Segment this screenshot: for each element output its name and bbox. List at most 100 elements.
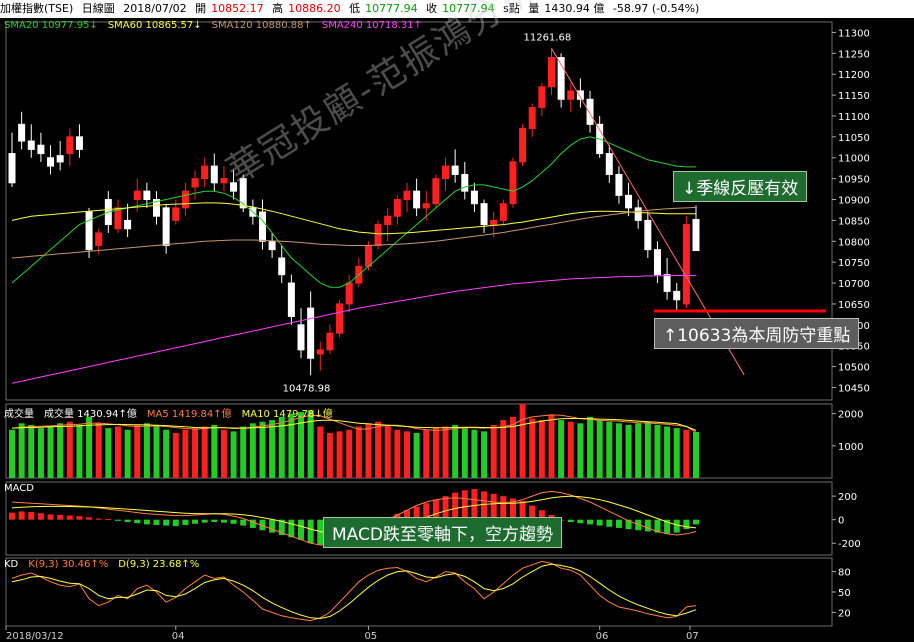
volume-bar (153, 426, 160, 478)
candle-body (345, 282, 353, 305)
macd-histogram-bar (37, 513, 44, 520)
volume-bar (625, 424, 632, 478)
volume-bar (413, 432, 420, 478)
candle-body (172, 207, 180, 221)
kd-legend-item: K(9,3) 30.46↑% (28, 559, 109, 570)
volume-bar (57, 423, 64, 478)
volume-legend-item: 成交量 (4, 409, 34, 420)
macd-legend-item: MACD (4, 483, 34, 494)
macd-histogram-bar (105, 519, 112, 521)
candle-body (682, 224, 690, 305)
macd-histogram-bar (587, 519, 594, 525)
price-tick-label: 10450 (838, 383, 870, 394)
macd-histogram-bar (298, 519, 305, 540)
macd-tick-label: 0 (838, 516, 844, 527)
price-tick-label: 10650 (838, 300, 870, 311)
candle-body (268, 240, 276, 251)
candle-body (451, 165, 459, 175)
macd-histogram-bar (86, 517, 93, 520)
candle-body (384, 215, 392, 226)
volume-bar (18, 423, 25, 478)
volume-bar (182, 429, 189, 478)
price-tick-label: 11150 (838, 91, 870, 102)
volume-bar (490, 424, 497, 478)
volume-bar (577, 423, 584, 478)
date-tick-label: 07 (686, 631, 699, 642)
macd-histogram-bar (288, 519, 295, 538)
volume-bar (644, 421, 651, 478)
volume-bar (442, 426, 449, 478)
macd-histogram-bar (307, 519, 314, 544)
candle-body (480, 203, 488, 226)
price-tick-label: 10700 (838, 279, 870, 290)
candle-body (326, 332, 334, 351)
candle-body (605, 153, 613, 175)
price-legend: SMA20 10977.95↓ SMA60 10865.57↓ SMA120 108… (4, 20, 432, 31)
macd-histogram-bar (452, 492, 459, 520)
volume-bar (375, 421, 382, 478)
macd-histogram-bar (683, 519, 690, 530)
price-tick-label: 10500 (838, 363, 870, 374)
candle-body (538, 86, 546, 109)
volume-bar (95, 423, 102, 478)
volume-legend-item: MA5 1419.84↑億 (146, 409, 232, 420)
macd-histogram-bar (481, 491, 488, 520)
volume-bar (683, 429, 690, 478)
volume-bar (423, 429, 430, 478)
candle-body (432, 178, 440, 205)
candle-body (509, 161, 517, 205)
candle-body (673, 290, 681, 301)
volume-bar (76, 424, 83, 478)
volume-bar (307, 410, 314, 478)
volume-bar (567, 421, 574, 478)
macd-histogram-bar (18, 511, 25, 520)
candle-body (336, 303, 344, 334)
low-price-label: 10478.98 (283, 383, 331, 394)
macd-histogram-bar (673, 519, 680, 533)
candle-body (634, 207, 642, 221)
price-tick-label: 11250 (838, 49, 870, 60)
candle-body (8, 153, 16, 184)
macd-histogram-bar (66, 515, 73, 520)
macd-histogram-bar (143, 519, 150, 525)
volume-bar (269, 420, 276, 478)
candle-body (114, 207, 122, 230)
volume-bar (259, 421, 266, 478)
macd-histogram-bar (57, 514, 64, 520)
macd-histogram-bar (192, 519, 199, 524)
candle-body (181, 190, 189, 209)
candle-body (95, 232, 103, 246)
candle-body (528, 107, 536, 130)
candle-body (393, 199, 401, 217)
volume-bar (114, 426, 121, 478)
candle-body (316, 349, 324, 355)
volume-bar (105, 428, 112, 478)
date-tick-label: 04 (172, 631, 185, 642)
volume-bar (596, 420, 603, 478)
macd-histogram-bar (28, 512, 35, 520)
macd-tick-label: -200 (838, 539, 861, 550)
candle-body (413, 190, 421, 209)
macd-histogram-bar (211, 519, 218, 523)
price-tick-label: 10850 (838, 216, 870, 227)
candle-body (278, 257, 286, 276)
price-tick-label: 10900 (838, 196, 870, 207)
volume-bar (249, 423, 256, 478)
candle-body (191, 178, 199, 188)
volume-bar (37, 428, 44, 478)
volume-bar (172, 432, 179, 478)
macd-histogram-bar (644, 519, 651, 532)
volume-bar (240, 426, 247, 478)
candle-body (220, 178, 228, 184)
macd-histogram-bar (461, 490, 468, 520)
volume-bar (471, 429, 478, 478)
volume-legend-item: MA10 1479.78↓億 (241, 409, 333, 420)
price-tick-label: 11200 (838, 70, 870, 81)
volume-bar (365, 423, 372, 478)
volume-bar (394, 429, 401, 478)
candle-body (27, 140, 35, 150)
price-legend-item: SMA20 10977.95↓ (4, 20, 98, 31)
macd-histogram-bar (596, 519, 603, 526)
macd-histogram-bar (124, 519, 131, 523)
volume-bar (500, 420, 507, 478)
